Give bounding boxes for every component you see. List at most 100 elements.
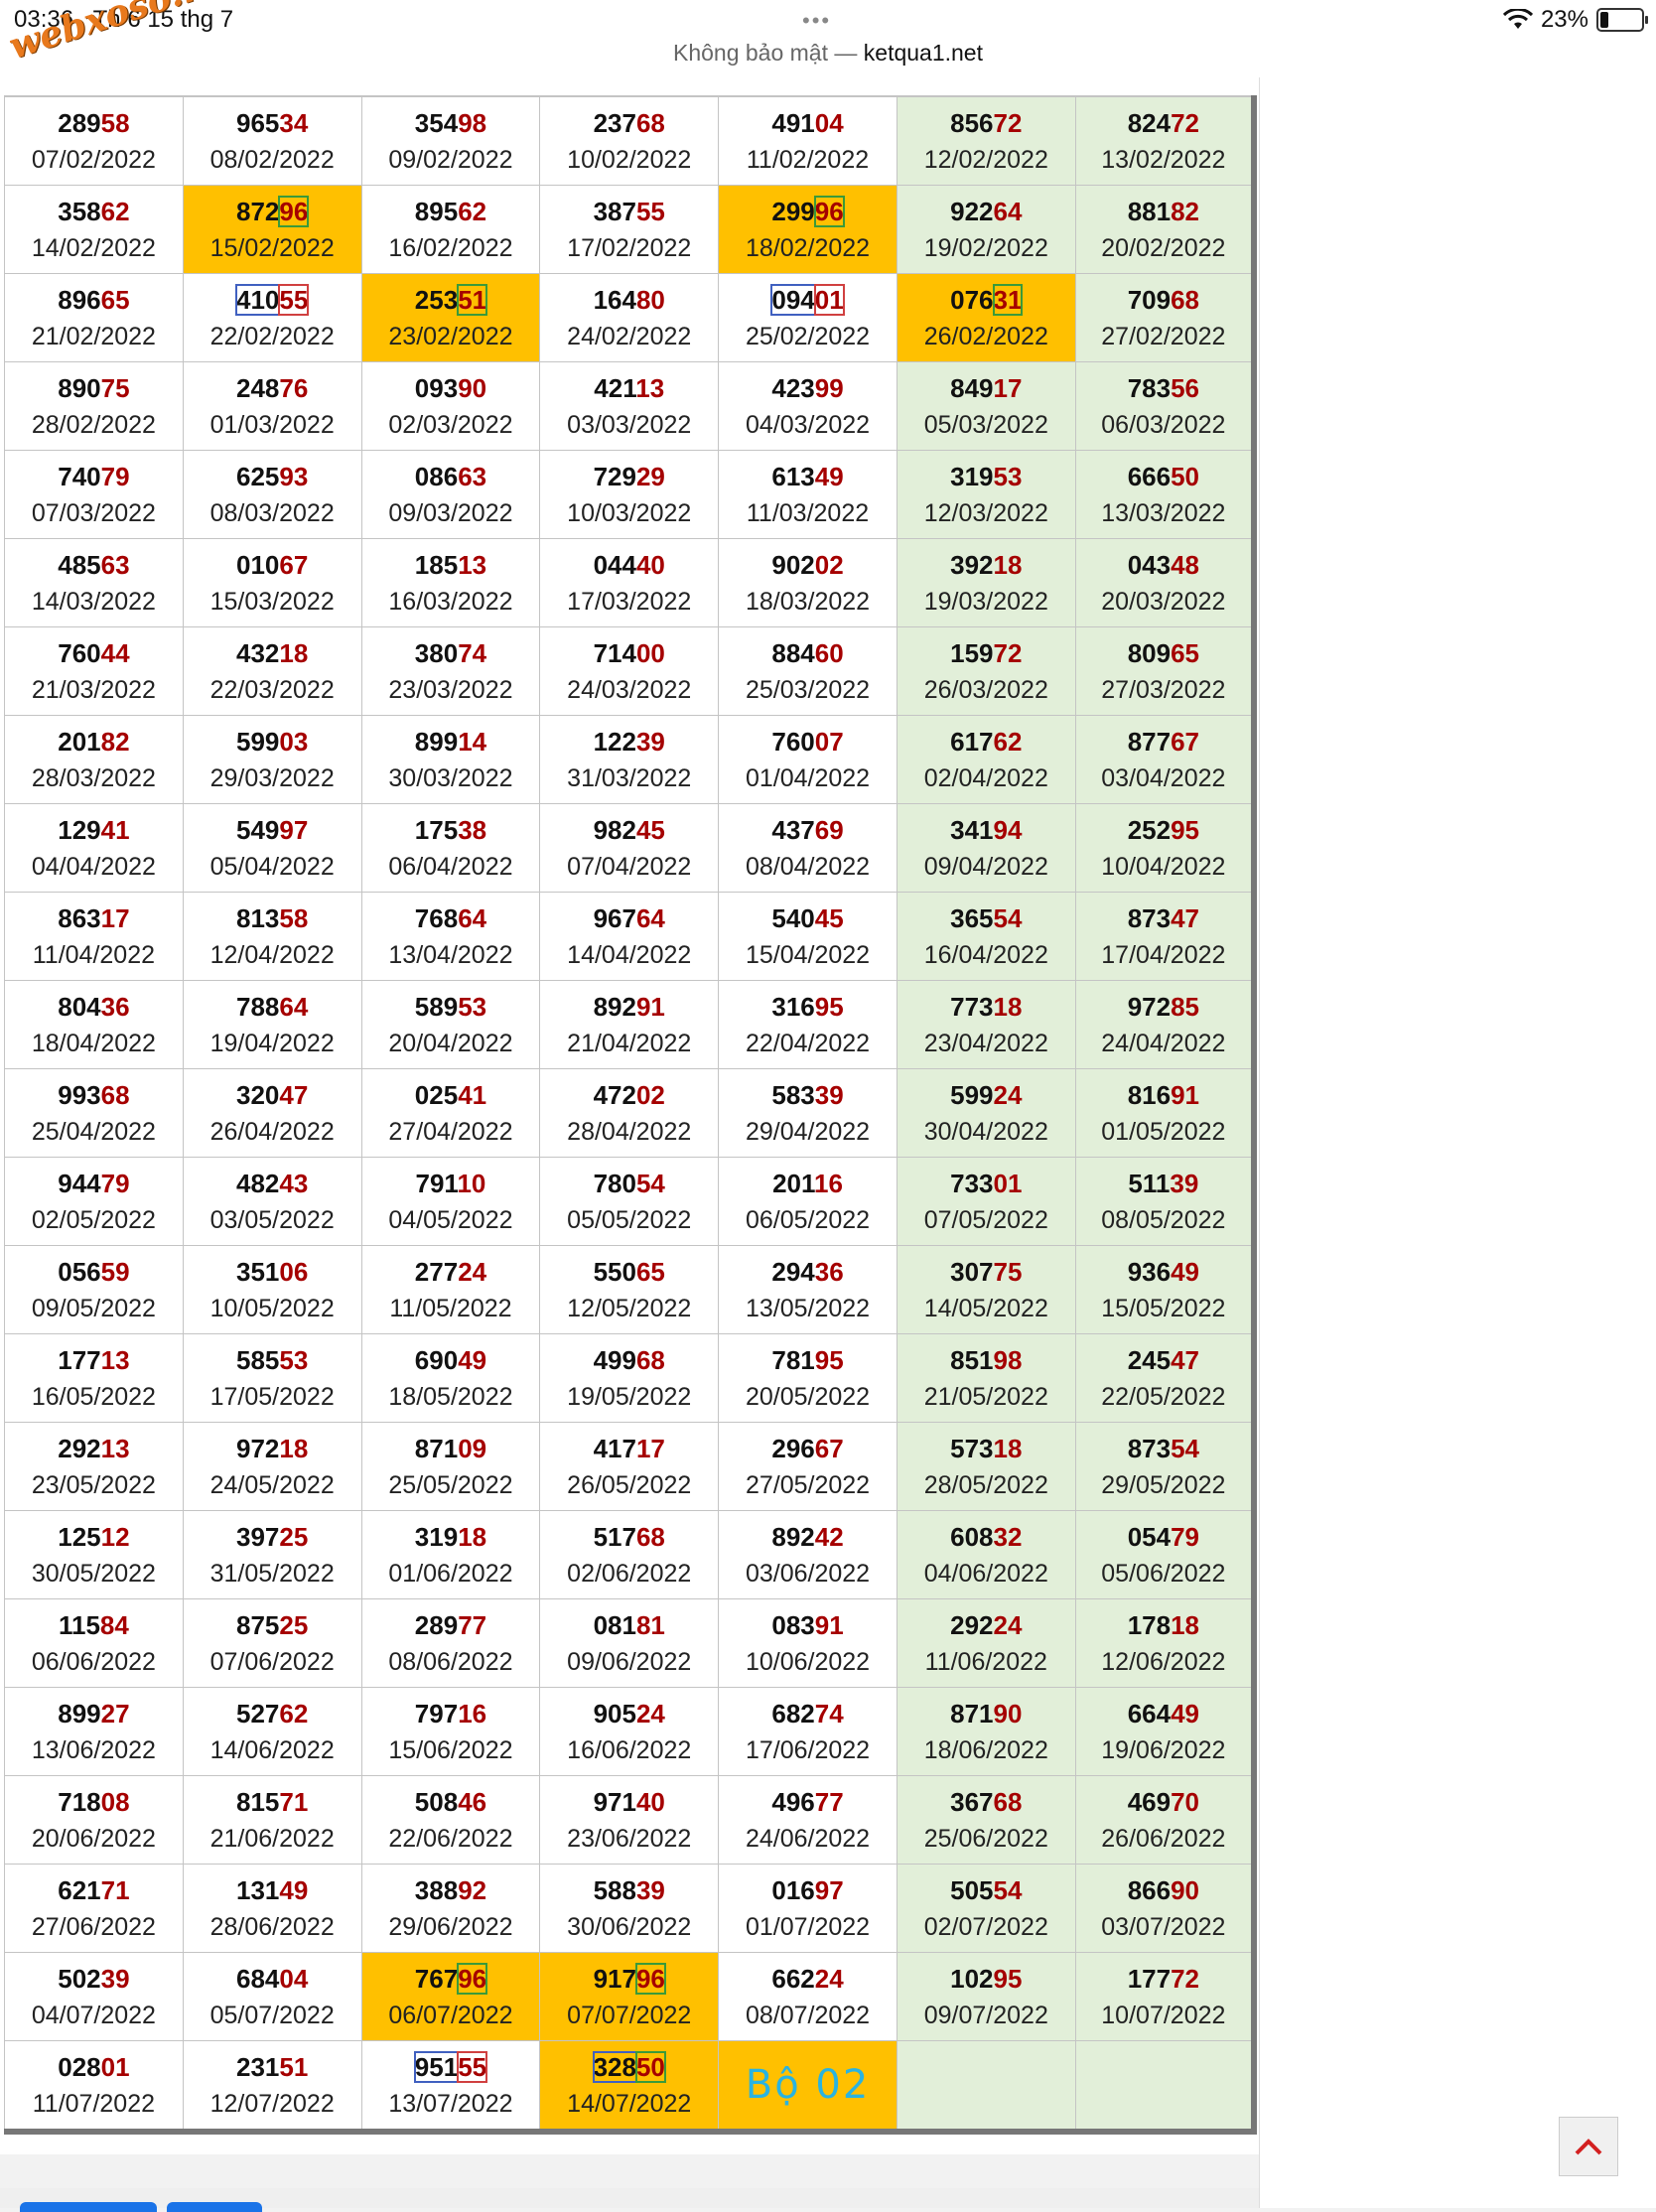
result-cell[interactable]: Bộ 02 xyxy=(718,2040,897,2133)
result-cell[interactable]: 47202 28/04/2022 xyxy=(539,1068,720,1158)
result-cell[interactable]: 17818 12/06/2022 xyxy=(1074,1598,1255,1688)
result-cell[interactable]: 96534 08/02/2022 xyxy=(182,96,362,186)
result-cell[interactable]: 32850 14/07/2022 xyxy=(539,2040,720,2133)
result-cell[interactable]: 87296 15/02/2022 xyxy=(182,185,362,274)
result-cell[interactable]: 97140 23/06/2022 xyxy=(539,1775,720,1865)
result-cell[interactable]: 79110 04/05/2022 xyxy=(360,1157,541,1246)
result-cell[interactable]: 36768 25/06/2022 xyxy=(896,1775,1076,1865)
result-cell[interactable]: 05659 09/05/2022 xyxy=(4,1245,184,1334)
result-cell[interactable]: 09390 02/03/2022 xyxy=(360,361,541,451)
result-cell[interactable]: 89562 16/02/2022 xyxy=(360,185,541,274)
result-cell[interactable]: 74079 07/03/2022 xyxy=(4,450,184,539)
result-cell[interactable]: 86690 03/07/2022 xyxy=(1074,1864,1255,1953)
result-cell[interactable]: 32047 26/04/2022 xyxy=(182,1068,362,1158)
result-cell[interactable]: 25295 10/04/2022 xyxy=(1074,803,1255,893)
result-cell[interactable]: 89914 30/03/2022 xyxy=(360,715,541,804)
tab-dots-icon[interactable]: ••• xyxy=(802,8,831,34)
result-cell[interactable]: 76044 21/03/2022 xyxy=(4,626,184,716)
result-cell[interactable]: 58953 20/04/2022 xyxy=(360,980,541,1069)
result-cell[interactable]: 35498 09/02/2022 xyxy=(360,96,541,186)
result-cell[interactable]: 70968 27/02/2022 xyxy=(1074,273,1255,362)
result-cell[interactable]: 20116 06/05/2022 xyxy=(718,1157,897,1246)
result-cell[interactable]: 35106 10/05/2022 xyxy=(182,1245,362,1334)
result-cell[interactable]: 08181 09/06/2022 xyxy=(539,1598,720,1688)
result-cell[interactable]: 05479 05/06/2022 xyxy=(1074,1510,1255,1599)
result-cell[interactable]: 93649 15/05/2022 xyxy=(1074,1245,1255,1334)
result-cell[interactable]: 13149 28/06/2022 xyxy=(182,1864,362,1953)
result-cell[interactable]: 61349 11/03/2022 xyxy=(718,450,897,539)
result-cell[interactable]: 50554 02/07/2022 xyxy=(896,1864,1076,1953)
result-cell[interactable]: 76007 01/04/2022 xyxy=(718,715,897,804)
result-cell[interactable]: 31695 22/04/2022 xyxy=(718,980,897,1069)
result-cell[interactable]: 81358 12/04/2022 xyxy=(182,892,362,981)
result-cell[interactable]: 77318 23/04/2022 xyxy=(896,980,1076,1069)
result-cell[interactable]: 87767 03/04/2022 xyxy=(1074,715,1255,804)
result-cell[interactable]: 12941 04/04/2022 xyxy=(4,803,184,893)
result-cell[interactable]: 97218 24/05/2022 xyxy=(182,1422,362,1511)
result-cell[interactable]: 99368 25/04/2022 xyxy=(4,1068,184,1158)
result-cell[interactable]: 38892 29/06/2022 xyxy=(360,1864,541,1953)
result-cell[interactable]: 41055 22/02/2022 xyxy=(182,273,362,362)
bottom-button-1[interactable] xyxy=(20,2202,157,2212)
result-cell[interactable]: 89291 21/04/2022 xyxy=(539,980,720,1069)
result-cell[interactable]: 48243 03/05/2022 xyxy=(182,1157,362,1246)
result-cell[interactable]: 29224 11/06/2022 xyxy=(896,1598,1076,1688)
result-cell[interactable]: 68274 17/06/2022 xyxy=(718,1687,897,1776)
result-cell[interactable]: 39218 19/03/2022 xyxy=(896,538,1076,627)
result-cell[interactable]: 87354 29/05/2022 xyxy=(1074,1422,1255,1511)
result-cell[interactable]: 72929 10/03/2022 xyxy=(539,450,720,539)
result-cell[interactable]: 95155 13/07/2022 xyxy=(360,2040,541,2133)
result-cell[interactable]: 04440 17/03/2022 xyxy=(539,538,720,627)
result-cell[interactable]: 98245 07/04/2022 xyxy=(539,803,720,893)
result-cell[interactable]: 17713 16/05/2022 xyxy=(4,1333,184,1423)
result-cell[interactable]: 89242 03/06/2022 xyxy=(718,1510,897,1599)
result-cell[interactable]: 17538 06/04/2022 xyxy=(360,803,541,893)
result-cell[interactable]: 76864 13/04/2022 xyxy=(360,892,541,981)
result-cell[interactable]: 78195 20/05/2022 xyxy=(718,1333,897,1423)
result-cell[interactable]: 55065 12/05/2022 xyxy=(539,1245,720,1334)
result-cell[interactable]: 02801 11/07/2022 xyxy=(4,2040,184,2133)
result-cell[interactable]: 28958 07/02/2022 xyxy=(4,96,184,186)
result-cell[interactable]: 54045 15/04/2022 xyxy=(718,892,897,981)
address-bar[interactable]: Không bảo mật — ketqua1.net xyxy=(0,40,1656,67)
result-cell[interactable]: 01697 01/07/2022 xyxy=(718,1864,897,1953)
result-cell[interactable]: 08391 10/06/2022 xyxy=(718,1598,897,1688)
result-cell[interactable]: 36554 16/04/2022 xyxy=(896,892,1076,981)
result-cell[interactable]: 51768 02/06/2022 xyxy=(539,1510,720,1599)
result-cell[interactable]: 29996 18/02/2022 xyxy=(718,185,897,274)
result-cell[interactable]: 41717 26/05/2022 xyxy=(539,1422,720,1511)
result-cell[interactable]: 94479 02/05/2022 xyxy=(4,1157,184,1246)
result-cell[interactable]: 90202 18/03/2022 xyxy=(718,538,897,627)
result-cell[interactable]: 78054 05/05/2022 xyxy=(539,1157,720,1246)
result-cell[interactable]: 87347 17/04/2022 xyxy=(1074,892,1255,981)
result-cell[interactable]: 49677 24/06/2022 xyxy=(718,1775,897,1865)
result-cell[interactable]: 71400 24/03/2022 xyxy=(539,626,720,716)
result-cell[interactable]: 39725 31/05/2022 xyxy=(182,1510,362,1599)
result-cell[interactable]: 02541 27/04/2022 xyxy=(360,1068,541,1158)
result-cell[interactable]: 15972 26/03/2022 xyxy=(896,626,1076,716)
result-cell[interactable]: 23151 12/07/2022 xyxy=(182,2040,362,2133)
result-cell[interactable]: 51139 08/05/2022 xyxy=(1074,1157,1255,1246)
result-cell[interactable]: 25351 23/02/2022 xyxy=(360,273,541,362)
result-cell[interactable]: 43218 22/03/2022 xyxy=(182,626,362,716)
result-cell[interactable]: 57318 28/05/2022 xyxy=(896,1422,1076,1511)
result-cell[interactable]: 85672 12/02/2022 xyxy=(896,96,1076,186)
result-cell[interactable]: 58839 30/06/2022 xyxy=(539,1864,720,1953)
result-cell[interactable]: 30775 14/05/2022 xyxy=(896,1245,1076,1334)
result-cell[interactable]: 28977 08/06/2022 xyxy=(360,1598,541,1688)
scroll-to-top-button[interactable] xyxy=(1559,2117,1618,2176)
result-cell[interactable]: 29213 23/05/2022 xyxy=(4,1422,184,1511)
result-cell[interactable]: 87190 18/06/2022 xyxy=(896,1687,1076,1776)
result-cell[interactable]: 35862 14/02/2022 xyxy=(4,185,184,274)
result-cell[interactable]: 88460 25/03/2022 xyxy=(718,626,897,716)
result-cell[interactable]: 91796 07/07/2022 xyxy=(539,1952,720,2041)
result-cell[interactable]: 18513 16/03/2022 xyxy=(360,538,541,627)
result-cell[interactable]: 04348 20/03/2022 xyxy=(1074,538,1255,627)
result-cell[interactable]: 24547 22/05/2022 xyxy=(1074,1333,1255,1423)
result-cell[interactable]: 52762 14/06/2022 xyxy=(182,1687,362,1776)
result-cell[interactable]: 81571 21/06/2022 xyxy=(182,1775,362,1865)
result-cell[interactable]: 80965 27/03/2022 xyxy=(1074,626,1255,716)
result-cell[interactable]: 68404 05/07/2022 xyxy=(182,1952,362,2041)
result-cell[interactable]: 78864 19/04/2022 xyxy=(182,980,362,1069)
result-cell[interactable]: 58339 29/04/2022 xyxy=(718,1068,897,1158)
